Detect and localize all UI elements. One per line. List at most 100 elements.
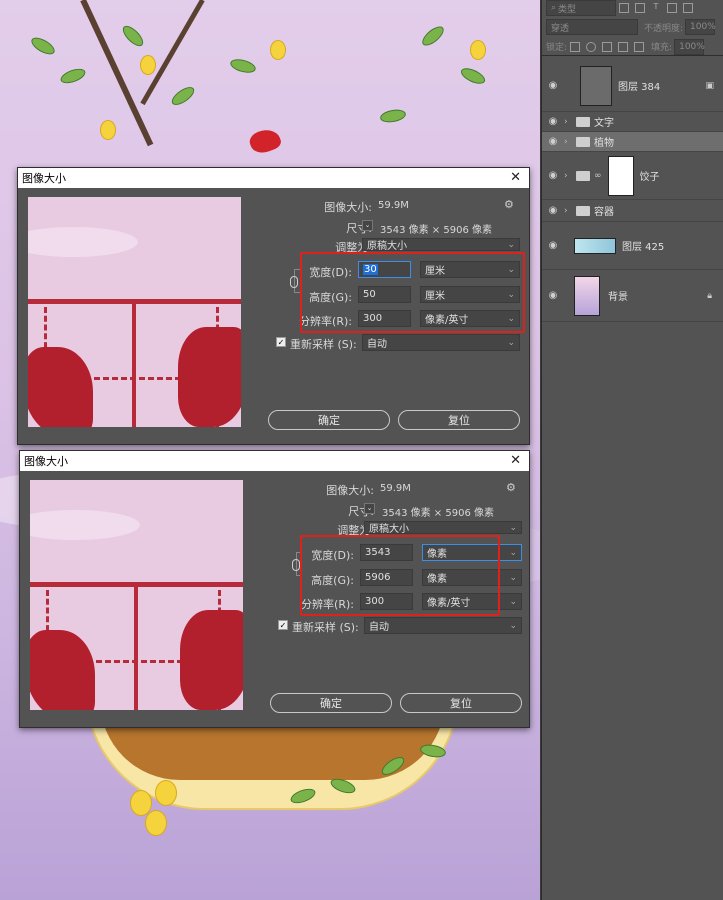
- lock-fill-row: 锁定: 填充: 100%: [542, 38, 723, 56]
- folder-icon: [576, 116, 590, 127]
- folder-icon: [576, 205, 590, 216]
- leaf-decoration: [119, 22, 147, 50]
- lock-position-icon[interactable]: [602, 41, 613, 52]
- leaf-decoration: [458, 65, 488, 87]
- leaf-decoration: [379, 107, 407, 125]
- flower-decoration: [155, 780, 177, 806]
- resample-label: 重新采样 (S):: [290, 338, 357, 351]
- visibility-eye-icon[interactable]: ◉: [542, 116, 564, 127]
- close-icon[interactable]: ✕: [510, 170, 521, 185]
- lock-transparent-icon[interactable]: [570, 41, 581, 52]
- dimensions-label: 尺寸:: [348, 505, 374, 518]
- filter-type-icon[interactable]: T: [651, 3, 661, 13]
- layer-filter-row: ⌕ 类型 T: [542, 0, 723, 16]
- filter-pixel-icon[interactable]: [619, 3, 629, 13]
- folder-icon: [576, 136, 590, 147]
- layer-name: 图层 425: [622, 242, 665, 253]
- preview-frame-line: [134, 582, 138, 710]
- blend-mode-select[interactable]: 穿透: [546, 19, 638, 35]
- lock-label: 锁定:: [546, 43, 568, 53]
- resample-select[interactable]: 自动 ⌄: [364, 617, 522, 634]
- layer-name: 容器: [594, 207, 614, 218]
- image-size-value: 59.9M: [380, 483, 411, 494]
- flower-decoration: [270, 40, 286, 60]
- chevron-down-icon: ⌄: [509, 522, 517, 533]
- ok-button[interactable]: 确定: [270, 693, 392, 713]
- link-icon: ∞: [594, 170, 602, 181]
- fill-label: 填充:: [651, 43, 673, 53]
- visibility-eye-icon[interactable]: ◉: [542, 170, 564, 181]
- layer-group-row[interactable]: ◉ › 文字: [542, 112, 723, 132]
- layer-name: 植物: [594, 138, 614, 149]
- layer-group-row[interactable]: ◉ › ∞ 饺子: [542, 152, 723, 200]
- reset-button[interactable]: 复位: [400, 693, 522, 713]
- visibility-eye-icon[interactable]: ◉: [542, 205, 564, 216]
- chevron-down-icon: ⌄: [509, 572, 517, 583]
- layers-panel: ⌕ 类型 T 穿透 不透明度: 100% 锁定: 填充: 100% ◉ 图层 3…: [541, 0, 723, 900]
- highlight-box: [300, 535, 500, 616]
- chevron-right-icon[interactable]: ›: [564, 171, 572, 181]
- fill-field[interactable]: 100%: [674, 38, 705, 55]
- visibility-eye-icon[interactable]: ◉: [542, 80, 564, 91]
- opacity-field[interactable]: 100%: [685, 19, 716, 35]
- close-icon[interactable]: ✕: [510, 453, 521, 468]
- image-preview[interactable]: [30, 480, 243, 710]
- dialog-title: 图像大小: [24, 455, 68, 468]
- chevron-down-icon: ⌄: [509, 596, 517, 607]
- visibility-eye-icon[interactable]: ◉: [542, 240, 564, 251]
- dialog-titlebar[interactable]: 图像大小 ✕: [18, 168, 529, 188]
- layer-name: 文字: [594, 118, 614, 129]
- layer-thumbnail: [574, 275, 600, 316]
- leaf-decoration: [419, 23, 447, 49]
- lock-all-icon[interactable]: [634, 41, 645, 52]
- layer-row[interactable]: ◉ 背景 🔒︎: [542, 270, 723, 322]
- resample-checkbox[interactable]: ✓: [278, 620, 288, 630]
- dialog-title: 图像大小: [22, 172, 66, 185]
- dimensions-value: 3543 像素 × 5906 像素: [380, 225, 492, 236]
- smart-object-icon: ▣: [705, 80, 714, 91]
- chevron-right-icon[interactable]: ›: [564, 117, 572, 127]
- dimensions-toggle[interactable]: ⌄: [362, 220, 373, 231]
- image-preview[interactable]: [28, 197, 241, 427]
- chevron-right-icon[interactable]: ›: [564, 137, 572, 147]
- lock-brush-icon[interactable]: [586, 41, 597, 52]
- dimensions-toggle[interactable]: ⌄: [364, 503, 375, 514]
- search-icon: ⌕: [551, 3, 557, 13]
- image-size-dialog: 图像大小 ✕ 图像大小: 59.9M ⚙ 尺寸: ⌄ 3543 像素 × 590…: [17, 167, 530, 445]
- ok-button[interactable]: 确定: [268, 410, 390, 430]
- chevron-down-icon: ⌄: [507, 337, 515, 348]
- filter-smart-icon[interactable]: [683, 3, 693, 13]
- fit-to-select[interactable]: 原稿大小 ⌄: [362, 238, 520, 252]
- red-ribbon-decoration: [247, 125, 283, 157]
- dialog-titlebar[interactable]: 图像大小 ✕: [20, 451, 529, 471]
- layer-thumbnail: [574, 237, 616, 254]
- chevron-right-icon[interactable]: ›: [564, 206, 572, 216]
- visibility-eye-icon[interactable]: ◉: [542, 136, 564, 147]
- visibility-eye-icon[interactable]: ◉: [542, 290, 564, 301]
- fit-to-select[interactable]: 原稿大小 ⌄: [364, 521, 522, 535]
- leaf-decoration: [58, 65, 88, 87]
- flower-decoration: [140, 55, 156, 75]
- flower-decoration: [470, 40, 486, 60]
- layer-row[interactable]: ◉ 图层 384 ▣: [542, 60, 723, 112]
- layer-row[interactable]: ◉ 图层 425: [542, 222, 723, 270]
- gear-icon[interactable]: ⚙: [504, 198, 514, 211]
- resample-value: 自动: [369, 622, 389, 633]
- chevron-down-icon: ⌄: [507, 239, 515, 250]
- reset-button[interactable]: 复位: [398, 410, 520, 430]
- layer-group-row[interactable]: ◉ › 容器: [542, 200, 723, 222]
- filter-adjust-icon[interactable]: [635, 3, 645, 13]
- resample-checkbox[interactable]: ✓: [276, 337, 286, 347]
- resample-value: 自动: [367, 339, 387, 350]
- flower-decoration: [145, 810, 167, 836]
- filter-shape-icon[interactable]: [667, 3, 677, 13]
- layer-group-row[interactable]: ◉ › 植物: [542, 132, 723, 152]
- resample-select[interactable]: 自动 ⌄: [362, 334, 520, 351]
- image-size-label: 图像大小:: [326, 484, 374, 497]
- lock-icon: 🔒︎: [707, 290, 712, 301]
- gear-icon[interactable]: ⚙: [506, 481, 516, 494]
- dimensions-value: 3543 像素 × 5906 像素: [382, 508, 494, 519]
- lock-artboard-icon[interactable]: [618, 41, 629, 52]
- layer-filter-search[interactable]: ⌕ 类型: [546, 0, 616, 16]
- layer-name: 图层 384: [618, 82, 661, 93]
